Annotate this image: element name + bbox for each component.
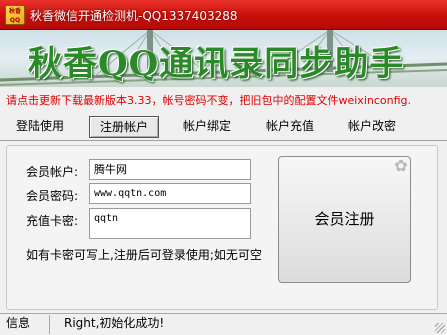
tab-bind[interactable]: 帐户绑定 bbox=[175, 116, 239, 138]
tab-divider bbox=[0, 140, 447, 141]
tab-register[interactable]: 注册帐户 bbox=[89, 116, 159, 138]
card-key-label: 充值卡密: bbox=[26, 214, 79, 228]
gear-icon: ✿ bbox=[394, 156, 408, 175]
account-label: 会员帐户: bbox=[26, 165, 79, 179]
window-title: 秋香微信开通检测机-QQ1337403288 bbox=[30, 9, 238, 23]
tab-recharge[interactable]: 帐户充值 bbox=[258, 116, 322, 138]
account-input[interactable]: 腾牛网 bbox=[89, 159, 251, 180]
status-label: 信息 bbox=[2, 315, 50, 334]
resize-grip-icon[interactable] bbox=[435, 323, 445, 333]
tab-bar: 登陆使用 注册帐户 帐户绑定 帐户充值 帐户改密 bbox=[0, 116, 447, 140]
app-logo-icon: 秋香QQ bbox=[5, 5, 25, 25]
status-message: Right,初始化成功! bbox=[64, 316, 165, 330]
status-bar: 信息 Right,初始化成功! bbox=[0, 313, 447, 335]
password-input[interactable]: www.qqtn.com bbox=[89, 183, 251, 204]
card-key-input[interactable]: qqtn bbox=[89, 208, 251, 239]
title-bar[interactable]: 秋香QQ 秋香微信开通检测机-QQ1337403288 bbox=[0, 0, 447, 30]
update-notice: 请点击更新下载最新版本3.33，帐号密码不变，把旧包中的配置文件weixinco… bbox=[6, 94, 412, 107]
banner-title: 秋香QQ通讯录同步助手 bbox=[28, 44, 405, 84]
register-hint: 如有卡密可写上,注册后可登录使用;如无可空 bbox=[26, 248, 262, 262]
tab-change-password[interactable]: 帐户改密 bbox=[340, 116, 404, 138]
tab-login[interactable]: 登陆使用 bbox=[8, 116, 72, 138]
banner: 秋香QQ通讯录同步助手 bbox=[0, 30, 447, 87]
password-label: 会员密码: bbox=[26, 189, 79, 203]
